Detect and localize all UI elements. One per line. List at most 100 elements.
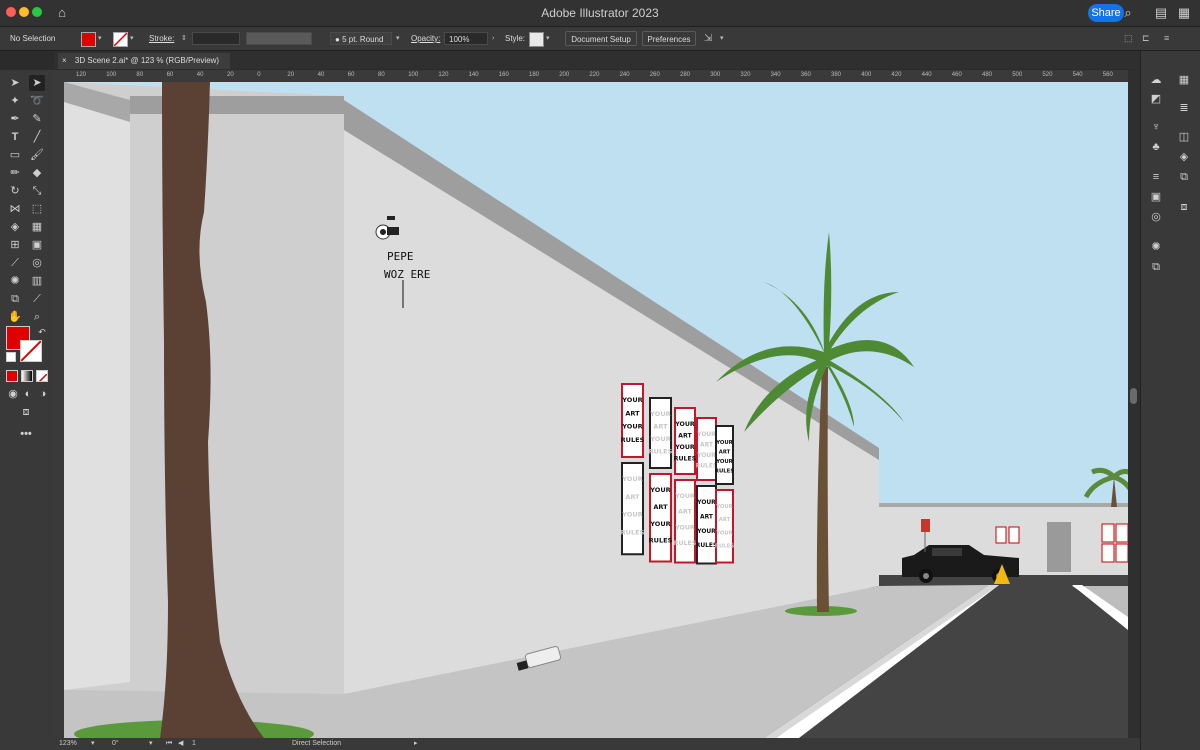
- transparency-icon[interactable]: ◎: [1148, 209, 1164, 225]
- fill-swatch[interactable]: [81, 32, 96, 47]
- first-artboard-icon[interactable]: ⏮: [166, 738, 172, 750]
- transform-icon[interactable]: ⬚: [1124, 27, 1133, 50]
- align-icon[interactable]: ⊏: [1142, 27, 1150, 50]
- draw-inside-icon[interactable]: ◑: [35, 386, 51, 402]
- magic-wand-tool-icon[interactable]: ✦: [7, 93, 23, 109]
- arrange-icon[interactable]: ⇲: [704, 27, 712, 50]
- color-guide-icon[interactable]: ◩: [1148, 91, 1164, 107]
- search-icon[interactable]: ⌕: [1119, 4, 1137, 22]
- rotation-value[interactable]: 0°: [112, 738, 119, 750]
- graphic-style-swatch[interactable]: [529, 32, 544, 47]
- poster-word: YOUR: [696, 528, 716, 535]
- pen-tool-icon[interactable]: ✒: [7, 111, 23, 127]
- opacity-field[interactable]: 100%: [444, 32, 488, 45]
- rectangle-tool-icon[interactable]: ▭: [7, 147, 23, 163]
- perspective-grid-tool-icon[interactable]: ▦: [29, 219, 45, 235]
- screen-mode-icon[interactable]: ⧈: [18, 404, 34, 420]
- libraries-icon[interactable]: ☁: [1148, 72, 1164, 88]
- stroke-weight-stepper-icon[interactable]: ⇕: [181, 27, 187, 50]
- brush-label: 5 pt. Round: [342, 35, 384, 44]
- poster-word: YOUR: [621, 423, 642, 431]
- stroke-color-box[interactable]: [20, 340, 42, 362]
- fill-dropdown-icon[interactable]: ▾: [98, 27, 102, 50]
- layers-icon[interactable]: ◈: [1176, 149, 1192, 165]
- opacity-dropdown-icon[interactable]: ›: [492, 27, 494, 50]
- stroke-weight-field[interactable]: [192, 32, 240, 45]
- stroke-panel-icon[interactable]: ≡: [1148, 169, 1164, 185]
- document-setup-button[interactable]: Document Setup: [565, 31, 637, 46]
- pathfinder-icon[interactable]: ⧈: [1176, 199, 1192, 215]
- arrange-documents-icon[interactable]: ▦: [1175, 4, 1193, 22]
- arrange-dropdown-icon[interactable]: ▾: [720, 27, 724, 50]
- gradient-mode-icon[interactable]: [21, 370, 33, 382]
- far-poster-4: [1115, 523, 1128, 543]
- artboard-tool-icon[interactable]: ⧉: [7, 291, 23, 307]
- symbols-icon[interactable]: ♣: [1148, 139, 1164, 155]
- color-mode-icon[interactable]: [6, 370, 18, 382]
- vertical-scroll-thumb[interactable]: [1130, 388, 1137, 404]
- gradient-tool-icon[interactable]: ▣: [29, 237, 45, 253]
- poster-word: ART: [678, 433, 692, 440]
- zoom-dropdown-icon[interactable]: ▾: [91, 738, 95, 750]
- stroke-dropdown-icon[interactable]: ▾: [130, 27, 134, 50]
- workspace-icon[interactable]: ▤: [1152, 4, 1170, 22]
- close-tab-icon[interactable]: ×: [62, 56, 67, 65]
- stroke-label[interactable]: Stroke:: [149, 27, 174, 50]
- 3d-materials-icon[interactable]: ✺: [1148, 239, 1164, 255]
- none-mode-icon[interactable]: [36, 370, 48, 382]
- width-tool-icon[interactable]: ⋈: [7, 201, 23, 217]
- rotation-dropdown-icon[interactable]: ▾: [149, 738, 153, 750]
- opacity-label[interactable]: Opacity:: [411, 27, 440, 50]
- curvature-tool-icon[interactable]: ✎: [29, 111, 45, 127]
- blend-tool-icon[interactable]: ◎: [29, 255, 45, 271]
- image-trace-icon[interactable]: ⧉: [1148, 259, 1164, 275]
- column-graph-tool-icon[interactable]: ▥: [29, 273, 45, 289]
- draw-behind-icon[interactable]: ◐: [20, 386, 36, 402]
- brushes-icon[interactable]: ♆: [1148, 119, 1164, 135]
- preferences-button[interactable]: Preferences: [642, 31, 696, 46]
- type-tool-icon[interactable]: T: [7, 129, 23, 145]
- brush-definition[interactable]: ● 5 pt. Round: [330, 32, 392, 45]
- artboard-canvas[interactable]: PEPE WOZ ERE YOUR ART YOUR RULES YOUR ART YOUR…: [64, 82, 1128, 738]
- zoom-level[interactable]: 123%: [59, 738, 77, 750]
- variable-width-profile[interactable]: [246, 32, 312, 45]
- poster-word: YOUR: [715, 440, 733, 446]
- eraser-tool-icon[interactable]: ◆: [29, 165, 45, 181]
- stroke-swatch[interactable]: [113, 32, 128, 47]
- ruler-tick-label: 400: [861, 72, 872, 78]
- prev-artboard-icon[interactable]: ◀: [178, 738, 183, 750]
- artboards-icon[interactable]: ⧉: [1176, 169, 1192, 185]
- symbol-sprayer-tool-icon[interactable]: ✺: [7, 273, 23, 289]
- eyedropper-tool-icon[interactable]: ⟋: [7, 255, 23, 271]
- scale-tool-icon[interactable]: ⤡: [29, 183, 45, 199]
- rotate-tool-icon[interactable]: ↻: [7, 183, 23, 199]
- style-dropdown-icon[interactable]: ▾: [546, 27, 550, 50]
- swap-fill-stroke-icon[interactable]: ↶: [34, 324, 50, 340]
- artboard-number[interactable]: 1: [192, 738, 196, 750]
- line-tool-icon[interactable]: ╱: [29, 129, 45, 145]
- document-tab[interactable]: × 3D Scene 2.ai* @ 123 % (RGB/Preview): [58, 53, 230, 69]
- appearance-icon[interactable]: ◫: [1176, 129, 1192, 145]
- brush-dropdown-icon[interactable]: ▾: [396, 27, 400, 50]
- edit-toolbar-icon[interactable]: •••: [18, 426, 34, 442]
- draw-normal-icon[interactable]: ◉: [5, 386, 21, 402]
- gradient-panel-icon[interactable]: ▣: [1148, 189, 1164, 205]
- vertical-scrollbar[interactable]: [1128, 70, 1140, 738]
- zoom-tool-icon[interactable]: ⌕: [29, 309, 45, 325]
- panel-options-icon[interactable]: ≡: [1164, 27, 1169, 50]
- default-colors-icon[interactable]: [6, 352, 16, 362]
- direct-selection-tool-icon[interactable]: ➤: [29, 75, 45, 91]
- ruler-tick-label: 540: [1072, 72, 1083, 78]
- mesh-tool-icon[interactable]: ⊞: [7, 237, 23, 253]
- selection-tool-icon[interactable]: ➤: [7, 75, 23, 91]
- adjustments-icon[interactable]: ≣: [1176, 100, 1192, 116]
- properties-icon[interactable]: ▦: [1176, 72, 1192, 88]
- pencil-tool-icon[interactable]: ✏: [7, 165, 23, 181]
- shape-builder-tool-icon[interactable]: ◈: [7, 219, 23, 235]
- hand-tool-icon[interactable]: ✋: [7, 309, 23, 325]
- paintbrush-tool-icon[interactable]: 🖌: [29, 147, 45, 163]
- lasso-tool-icon[interactable]: ➰: [29, 93, 45, 109]
- status-menu-icon[interactable]: ▸: [414, 738, 418, 750]
- free-transform-tool-icon[interactable]: ⬚: [29, 201, 45, 217]
- slice-tool-icon[interactable]: ⟋: [29, 291, 45, 307]
